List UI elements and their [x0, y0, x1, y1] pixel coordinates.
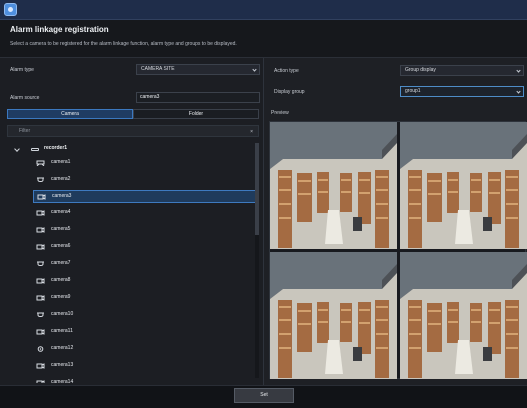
- fisheye-camera-icon: [36, 346, 45, 352]
- recorder-label: recorder1: [44, 145, 68, 151]
- box-camera-icon: [37, 194, 46, 200]
- dome-camera-icon: [36, 261, 45, 267]
- alarm-type-label: Alarm type: [10, 67, 34, 73]
- dialog-instruction: Select a camera to be registered for the…: [10, 41, 237, 47]
- alarm-type-value: CAMERA SITE: [141, 66, 175, 72]
- tree-root-recorder[interactable]: recorder1: [14, 143, 245, 155]
- action-type-select[interactable]: Group display: [400, 65, 524, 76]
- tab-folder[interactable]: Folder: [133, 109, 259, 119]
- dialog-footer: Set: [0, 385, 527, 408]
- warehouse-preview-image: [400, 252, 527, 379]
- chevron-down-icon[interactable]: [14, 146, 20, 152]
- preview-cell-2[interactable]: [400, 122, 527, 249]
- camera-label: camera3: [52, 193, 72, 199]
- warehouse-preview-image: [400, 122, 527, 249]
- action-type-label: Action type: [274, 68, 299, 74]
- display-group-label: Display group: [274, 89, 305, 95]
- camera-row[interactable]: camera4: [33, 207, 257, 220]
- camera-row-selected[interactable]: camera3: [33, 190, 257, 203]
- camera-label: camera1: [51, 159, 71, 165]
- action-type-value: Group display: [405, 67, 436, 73]
- box-camera-icon: [36, 380, 45, 383]
- camera-row[interactable]: camera5: [33, 224, 257, 237]
- camera-label: camera12: [51, 345, 74, 351]
- camera-row[interactable]: camera11: [33, 326, 257, 339]
- camera-row[interactable]: camera10: [33, 309, 257, 322]
- camera-row[interactable]: camera12: [33, 343, 257, 356]
- preview-cell-3[interactable]: [270, 252, 397, 379]
- dialog-header: Alarm linkage registration Select a came…: [0, 20, 527, 58]
- ptz-camera-icon: [36, 160, 45, 166]
- action-panel: Action type Group display Display group …: [263, 58, 527, 385]
- filter-placeholder: Filter: [19, 128, 31, 134]
- camera-row[interactable]: camera8: [33, 275, 257, 288]
- alarm-type-select[interactable]: CAMERA SITE: [136, 64, 260, 75]
- camera-label: camera10: [51, 311, 74, 317]
- camera-label: camera11: [51, 328, 73, 334]
- box-camera-icon: [36, 227, 45, 233]
- camera-label: camera9: [51, 294, 71, 300]
- window-title-bar: [0, 0, 527, 20]
- camera-label: camera2: [51, 176, 71, 182]
- preview-cell-4[interactable]: [400, 252, 527, 379]
- set-button[interactable]: Set: [234, 388, 294, 403]
- preview-label: Preview: [271, 110, 289, 116]
- display-group-select[interactable]: group1: [400, 86, 524, 97]
- alarm-source-label: Alarm source: [10, 95, 40, 101]
- box-camera-icon: [36, 329, 45, 335]
- tab-folder-label: Folder: [188, 111, 204, 117]
- recorder-icon: [31, 148, 39, 151]
- tree-scrollbar[interactable]: [255, 143, 259, 378]
- scrollbar-thumb[interactable]: [255, 143, 259, 235]
- dialog-title: Alarm linkage registration: [10, 25, 109, 34]
- preview-grid: [269, 121, 527, 379]
- camera-row[interactable]: camera9: [33, 292, 257, 305]
- warehouse-preview-image: [270, 122, 397, 249]
- alarm-source-field[interactable]: camera3: [136, 92, 260, 103]
- camera-row[interactable]: camera13: [33, 360, 257, 373]
- camera-label: camera14: [51, 379, 74, 383]
- tab-camera[interactable]: Camera: [7, 109, 133, 119]
- box-camera-icon: [36, 278, 45, 284]
- camera-label: camera13: [51, 362, 74, 368]
- box-camera-icon: [36, 244, 45, 250]
- alarm-source-panel: Alarm type CAMERA SITE Alarm source came…: [0, 58, 263, 385]
- chevron-down-icon: [252, 67, 257, 72]
- chevron-down-icon: [516, 89, 521, 94]
- camera-label: camera6: [51, 243, 71, 249]
- alarm-source-value: camera3: [140, 94, 160, 100]
- app-icon: [4, 3, 17, 16]
- filter-input[interactable]: Filter ×: [7, 125, 259, 137]
- camera-row[interactable]: camera7: [33, 258, 257, 271]
- camera-label: camera7: [51, 260, 71, 266]
- camera-label: camera8: [51, 277, 71, 283]
- camera-row[interactable]: camera1: [33, 157, 257, 170]
- box-camera-icon: [36, 363, 45, 369]
- camera-label: camera5: [51, 226, 71, 232]
- camera-row[interactable]: camera6: [33, 241, 257, 254]
- tab-camera-label: Camera: [61, 111, 79, 117]
- box-camera-icon: [36, 295, 45, 301]
- dome-camera-icon: [36, 312, 45, 318]
- camera-row[interactable]: camera2: [33, 174, 257, 187]
- camera-tree: recorder1 camera1 camera2 camera3 camera…: [7, 140, 257, 383]
- preview-cell-1[interactable]: [270, 122, 397, 249]
- clear-filter-icon[interactable]: ×: [250, 127, 253, 137]
- display-group-value: group1: [405, 88, 421, 94]
- dome-camera-icon: [36, 177, 45, 183]
- chevron-down-icon: [516, 68, 521, 73]
- warehouse-preview-image: [270, 252, 397, 379]
- camera-label: camera4: [51, 209, 71, 215]
- camera-row[interactable]: camera14: [33, 377, 257, 383]
- box-camera-icon: [36, 210, 45, 216]
